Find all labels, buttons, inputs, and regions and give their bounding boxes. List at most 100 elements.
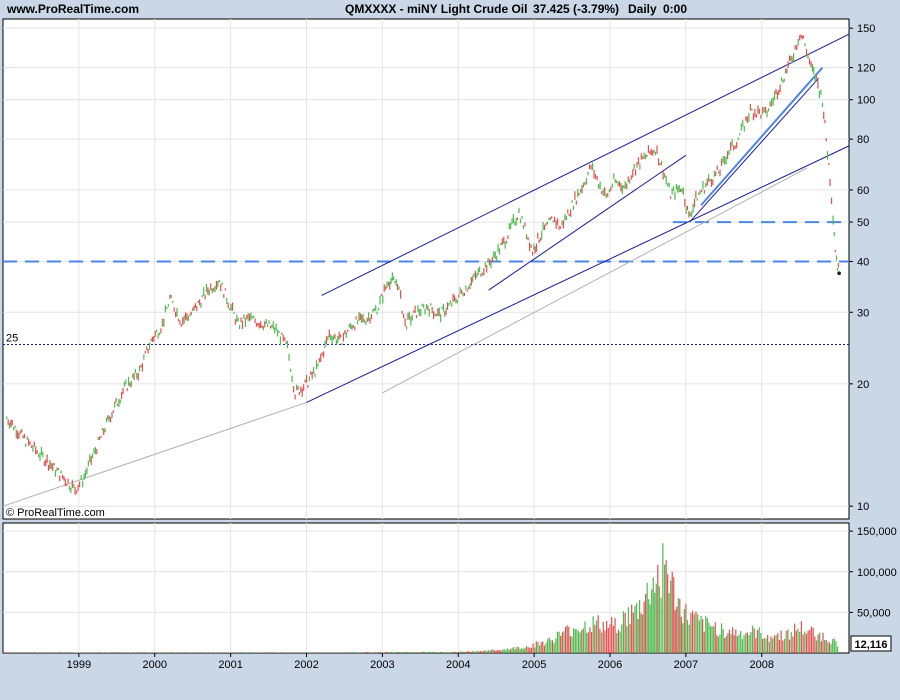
volume-bar (478, 651, 480, 653)
volume-bar (412, 652, 415, 653)
volume-bar (616, 632, 618, 653)
volume-bar (709, 626, 712, 653)
volume-bar (703, 631, 705, 653)
volume-bar (440, 651, 442, 653)
volume-bar (291, 652, 293, 653)
volume-bar (309, 652, 311, 653)
volume-bar (632, 612, 634, 653)
price-volume-chart[interactable]: 25 10 20 30 40 50 60 80 100 120 150 50,000 100,000… (0, 0, 900, 700)
volume-bar (361, 652, 364, 653)
volume-bar (725, 635, 727, 653)
volume-bar (617, 629, 620, 653)
volume-bar (467, 651, 469, 653)
volume-bar (733, 635, 735, 653)
volume-bar (693, 614, 695, 653)
volume-bar (815, 640, 818, 653)
volume-bar (658, 586, 660, 653)
volume-bar (265, 652, 268, 653)
volume-bar (622, 611, 625, 653)
volume-bar (385, 652, 387, 653)
volume-bar (454, 651, 456, 653)
volume-bar (804, 631, 806, 653)
volume-bar (336, 652, 338, 653)
volume-bar (489, 650, 491, 653)
volume-bar (727, 633, 729, 653)
volume-bar (660, 597, 662, 653)
volume-bar (807, 630, 809, 653)
volume-bar (326, 652, 328, 653)
volume-bar (297, 652, 300, 653)
volume-bar (522, 648, 524, 653)
volume-bar (459, 651, 461, 653)
volume-bar (702, 619, 704, 653)
volume-bar (456, 652, 458, 653)
volume-bar (498, 650, 500, 653)
volume-bar (420, 651, 423, 653)
volume-bar (471, 650, 474, 653)
volume-bar (521, 647, 523, 653)
volume-bar (587, 632, 589, 653)
vol-tick-label: 50,000 (857, 607, 891, 619)
volume-bar (503, 649, 505, 653)
volume-bar (611, 616, 613, 653)
volume-bar (629, 624, 631, 653)
volume-bar (451, 652, 453, 653)
volume-bar (357, 652, 359, 653)
volume-bar (428, 651, 431, 653)
volume-bar (679, 599, 681, 653)
volume-bar (369, 652, 371, 653)
volume-bar (463, 651, 466, 653)
volume-bar (404, 652, 407, 653)
volume-bar (543, 645, 546, 653)
volume-bar (345, 652, 348, 653)
volume-bar (395, 652, 397, 653)
volume-bar (537, 641, 539, 653)
volume-bar (542, 641, 544, 653)
volume-bar (765, 638, 767, 653)
volume-bar (706, 618, 708, 653)
volume-bar (448, 652, 450, 653)
volume-bar (768, 641, 770, 653)
volume-bar (730, 634, 732, 653)
volume-bar (662, 543, 664, 653)
volume-bar (473, 651, 475, 653)
volume-bar (517, 646, 520, 653)
volume-bar (302, 652, 304, 653)
volume-bar (758, 627, 760, 653)
volume-bar (720, 623, 723, 653)
volume-last-value: 12,116 (850, 635, 892, 652)
volume-bar (430, 652, 432, 653)
volume-bar (416, 652, 418, 653)
volume-bar (509, 649, 512, 653)
volume-bar (819, 632, 821, 653)
volume-bar (746, 632, 749, 653)
volume-bar (671, 571, 673, 653)
volume-bar (738, 634, 740, 653)
y-tick-label: 150 (857, 23, 875, 35)
volume-bar (683, 609, 685, 653)
volume-bar (785, 630, 787, 653)
volume-bar (329, 652, 332, 653)
volume-bar (697, 614, 699, 653)
volume-bar (667, 574, 669, 653)
volume-bar (646, 582, 648, 653)
volume-bar (446, 652, 448, 653)
volume-bar (717, 636, 720, 653)
volume-bar (506, 648, 508, 653)
volume-bar (581, 629, 583, 653)
volume-bar (711, 625, 713, 653)
y-tick-label: 20 (857, 379, 869, 391)
volume-bar (444, 652, 447, 653)
volume-bar (748, 635, 750, 653)
volume-bar (339, 652, 341, 653)
volume-bar (743, 635, 745, 653)
volume-bar (527, 647, 529, 653)
volume-bar (436, 652, 439, 653)
volume-bar (716, 635, 718, 653)
volume-bar (529, 647, 531, 653)
volume-bar (812, 627, 814, 653)
volume-bar (535, 641, 537, 653)
volume-bar (443, 652, 445, 653)
volume-bar (133, 652, 135, 653)
volume-bar (331, 652, 333, 653)
